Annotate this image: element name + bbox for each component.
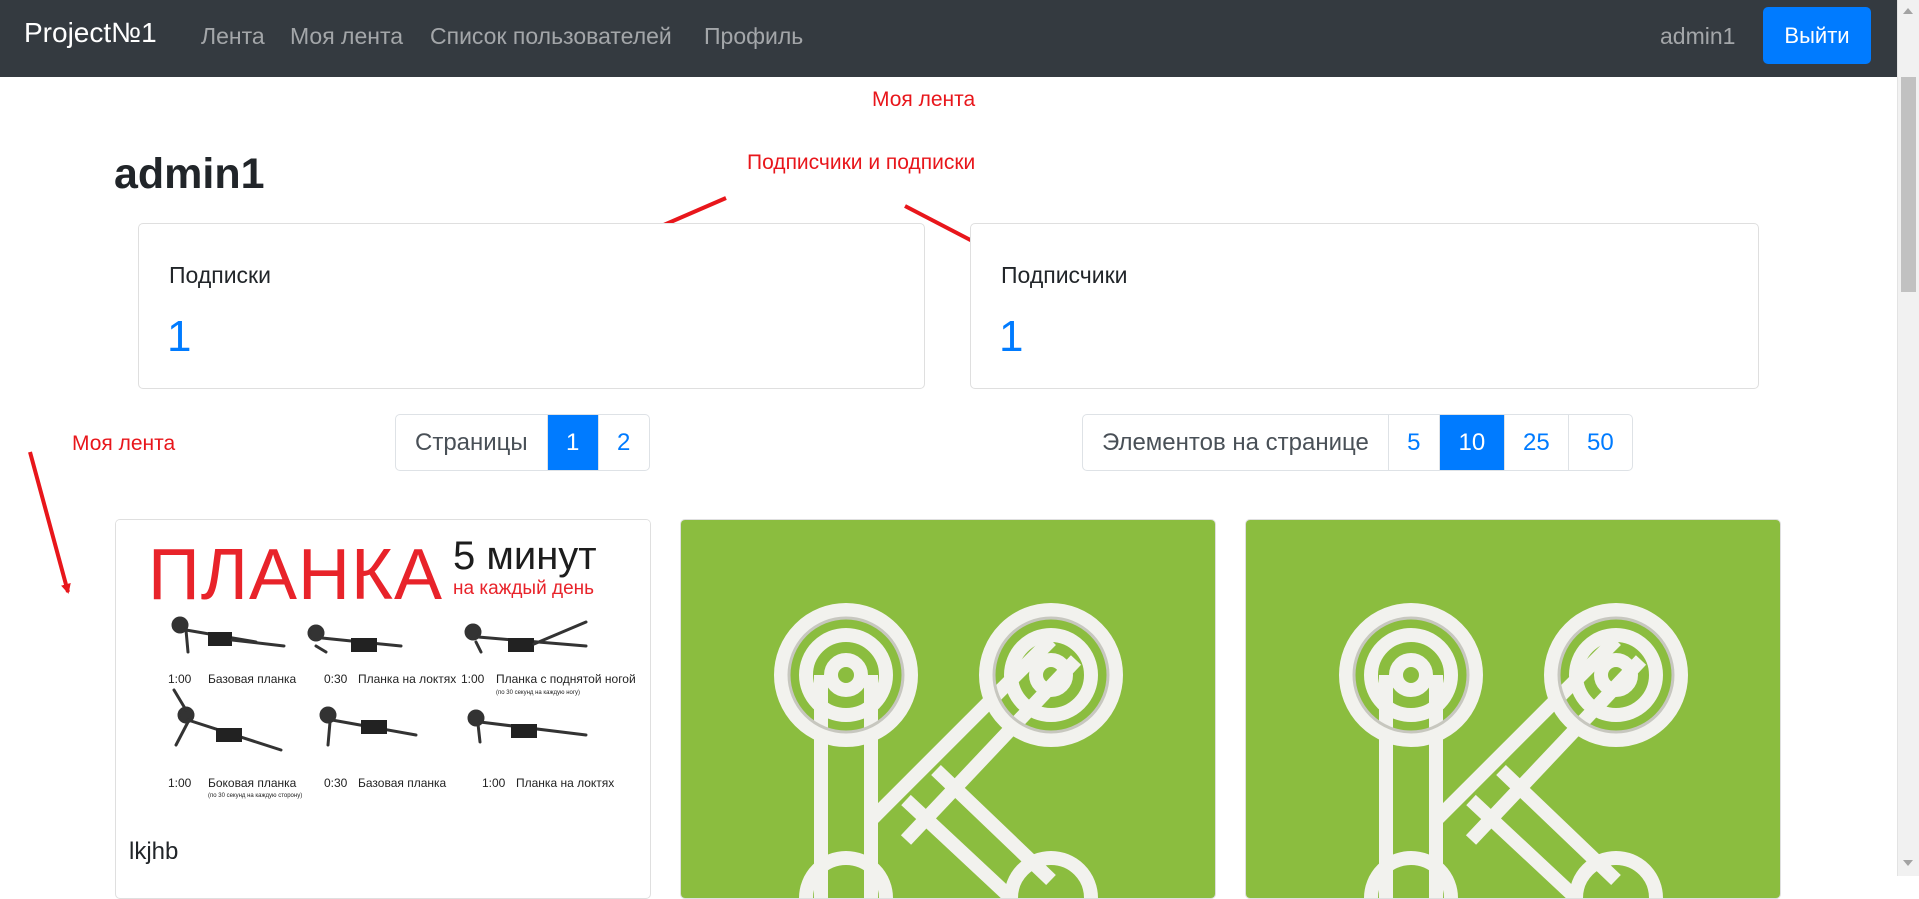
svg-text:Базовая планка: Базовая планка	[358, 776, 447, 790]
svg-text:1:00: 1:00	[461, 672, 485, 686]
page-button-2[interactable]: 2	[599, 415, 649, 470]
page-button-1[interactable]: 1	[547, 415, 599, 470]
page-pagination: Страницы 1 2	[395, 414, 650, 471]
svg-text:Базовая планка: Базовая планка	[208, 672, 297, 686]
logout-button[interactable]: Выйти	[1763, 7, 1871, 64]
page-size-10[interactable]: 10	[1439, 415, 1505, 470]
subscriptions-count[interactable]: 1	[167, 312, 191, 362]
subscriptions-card[interactable]: Подписки 1	[138, 223, 925, 389]
post-caption: lkjhb	[129, 838, 179, 865]
scroll-down-arrow-icon[interactable]	[1903, 860, 1913, 866]
page-size-25[interactable]: 25	[1505, 415, 1569, 470]
post-card[interactable]	[1245, 519, 1781, 899]
subscribers-label: Подписчики	[1001, 262, 1128, 288]
post-card[interactable]	[680, 519, 1216, 899]
subscribers-card[interactable]: Подписчики 1	[970, 223, 1759, 389]
svg-text:1:00: 1:00	[168, 776, 192, 790]
svg-text:Планка на локтях: Планка на локтях	[358, 672, 456, 686]
post-image-k-logo[interactable]	[681, 520, 1215, 898]
scroll-up-arrow-icon[interactable]	[1903, 8, 1913, 14]
page-size-label: Элементов на странице	[1083, 415, 1389, 470]
plank-subtitle-2: на каждый день	[453, 578, 595, 599]
svg-text:Боковая планка: Боковая планка	[208, 776, 297, 790]
scrollbar-thumb[interactable]	[1901, 77, 1916, 292]
page-size-selector: Элементов на странице 5 10 25 50	[1082, 414, 1633, 471]
svg-text:1:00: 1:00	[168, 672, 192, 686]
subscriptions-label: Подписки	[169, 262, 271, 288]
arrow-to-feed-icon	[28, 451, 71, 594]
svg-text:0:30: 0:30	[324, 776, 348, 790]
svg-text:1:00: 1:00	[482, 776, 506, 790]
svg-text:0:30: 0:30	[324, 672, 348, 686]
k-logo-icon	[774, 603, 1123, 898]
current-username: admin1	[1660, 23, 1736, 49]
plank-title: ПЛАНКА	[148, 535, 443, 615]
k-logo-icon	[1339, 603, 1688, 898]
page-scrollbar[interactable]	[1897, 0, 1919, 876]
svg-text:(по 30 секунд на каждую ногу): (по 30 секунд на каждую ногу)	[496, 690, 580, 696]
post-image-plank[interactable]: ПЛАНКА 5 минут на каждый день 1:00 Базов…	[116, 520, 650, 820]
svg-text:Планка с поднятой ногой: Планка с поднятой ногой	[496, 672, 636, 686]
pages-label: Страницы	[396, 415, 548, 470]
post-image-k-logo[interactable]	[1246, 520, 1780, 898]
svg-text:(по 30 секунд на каждую сторон: (по 30 секунд на каждую сторону)	[208, 793, 302, 799]
page-size-50[interactable]: 50	[1569, 415, 1632, 470]
plank-subtitle: 5 минут	[453, 534, 597, 578]
page-size-5[interactable]: 5	[1389, 415, 1440, 470]
svg-text:Планка на локтях: Планка на локтях	[516, 776, 614, 790]
post-card[interactable]: ПЛАНКА 5 минут на каждый день 1:00 Базов…	[115, 519, 651, 899]
plank-exercise-figures: 1:00 Базовая планка 0:30 Планка на локтях …	[168, 616, 636, 799]
subscribers-count[interactable]: 1	[999, 312, 1023, 362]
page-title: admin1	[114, 150, 265, 198]
